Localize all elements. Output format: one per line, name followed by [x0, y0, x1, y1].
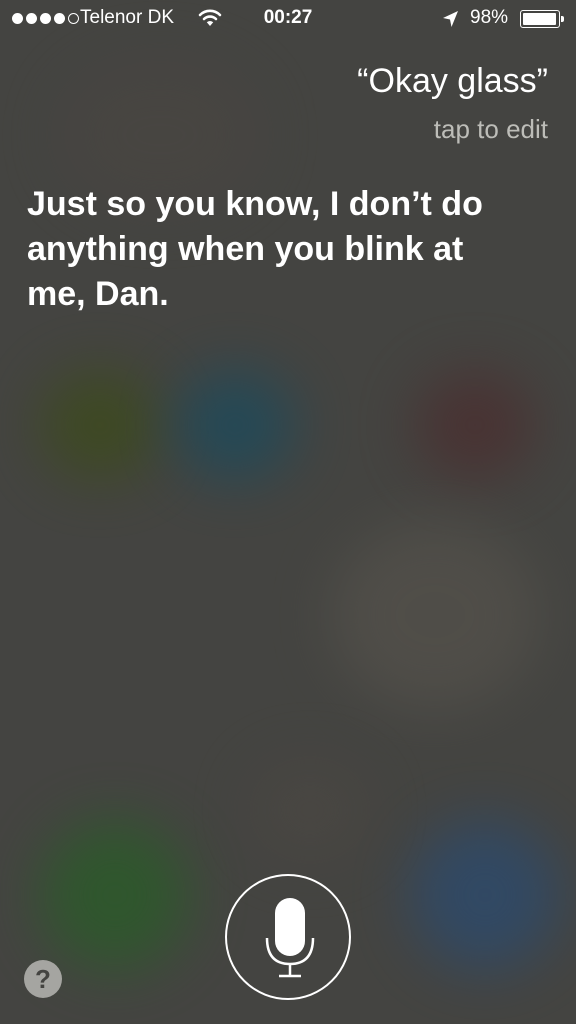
blurred-homescreen-background: [0, 0, 576, 1024]
siri-microphone-button[interactable]: [225, 874, 351, 1000]
microphone-icon: [265, 898, 315, 978]
location-arrow-icon: [442, 10, 460, 34]
help-button[interactable]: ?: [24, 960, 62, 998]
siri-response-text: Just so you know, I don’t do anything wh…: [27, 185, 483, 313]
tap-to-edit-label[interactable]: tap to edit: [434, 114, 548, 145]
battery-icon: [520, 10, 564, 28]
status-bar: Telenor DK 00:27 98%: [0, 0, 576, 40]
siri-query-text[interactable]: “Okay glass”: [357, 62, 548, 101]
battery-percentage: 98%: [470, 7, 509, 28]
